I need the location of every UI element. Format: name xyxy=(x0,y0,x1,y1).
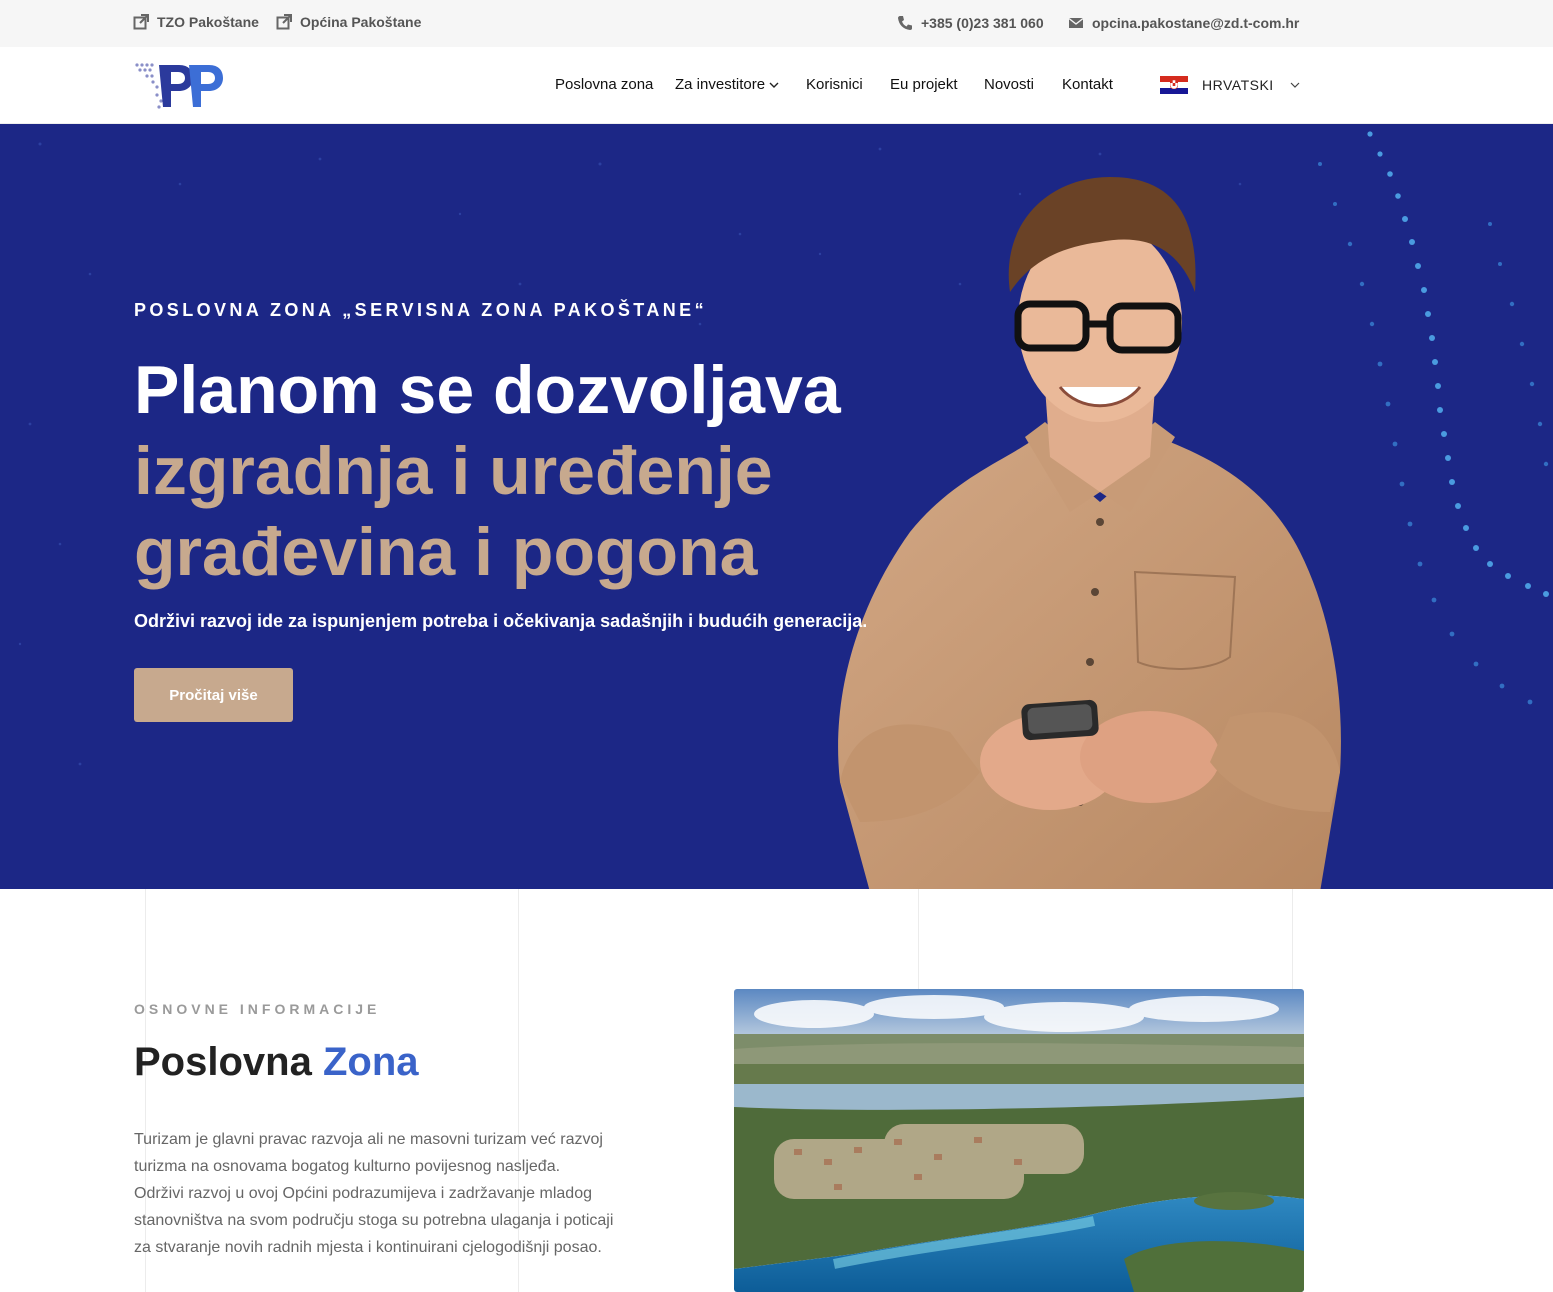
hero-title-line3: građevina i pogona xyxy=(134,514,758,590)
opcina-link-label: Općina Pakoštane xyxy=(300,14,422,30)
hero-title: Planom se dozvoljava izgradnja i uređenj… xyxy=(134,350,854,593)
nav-korisnici-label: Korisnici xyxy=(806,76,863,93)
info-title: Poslovna Zona xyxy=(134,1040,419,1085)
nav-za-investitore[interactable]: Za investitore xyxy=(675,76,779,93)
nav-korisnici[interactable]: Korisnici xyxy=(806,76,863,93)
nav-poslovna-zona[interactable]: Poslovna zona xyxy=(555,76,653,93)
hero-eyebrow: POSLOVNA ZONA „SERVISNA ZONA PAKOŠTANE“ xyxy=(134,300,707,320)
main-header: Poslovna zona Za investitore Korisnici E… xyxy=(0,47,1553,124)
info-title-part2: Zona xyxy=(322,1040,419,1084)
info-title-part1: Poslovna xyxy=(134,1040,312,1084)
email-address: opcina.pakostane@zd.t-com.hr xyxy=(1092,15,1300,31)
nav-eu-projekt-label: Eu projekt xyxy=(890,76,958,93)
chevron-down-icon xyxy=(1290,82,1300,88)
nav-kontakt-label: Kontakt xyxy=(1062,76,1113,93)
aerial-coast-photo xyxy=(734,989,1304,1292)
nav-novosti[interactable]: Novosti xyxy=(984,76,1034,93)
hero-title-line1: Planom se dozvoljava xyxy=(134,352,841,428)
nav-novosti-label: Novosti xyxy=(984,76,1035,93)
tzo-link-label: TZO Pakoštane xyxy=(157,14,259,30)
logo[interactable] xyxy=(133,61,225,111)
info-body: Turizam je glavni pravac razvoja ali ne … xyxy=(134,1131,614,1256)
envelope-icon xyxy=(1068,17,1084,28)
info-eyebrow: OSNOVNE INFORMACIJE xyxy=(134,1001,381,1017)
hero-section: POSLOVNA ZONA „SERVISNA ZONA PAKOŠTANE“ … xyxy=(0,124,1553,889)
top-bar: TZO Pakoštane Općina Pakoštane +385 (0)2… xyxy=(0,0,1553,47)
read-more-button[interactable]: Pročitaj više xyxy=(134,668,293,722)
nav-eu-projekt[interactable]: Eu projekt xyxy=(890,76,958,93)
hero-subtitle: Održivi razvoj ide za ispunjenjem potreb… xyxy=(134,611,868,631)
hero-person-image xyxy=(838,177,1341,889)
nav-kontakt[interactable]: Kontakt xyxy=(1062,76,1113,93)
chevron-down-icon xyxy=(769,82,779,88)
external-link-icon xyxy=(133,14,149,30)
opcina-link[interactable]: Općina Pakoštane xyxy=(276,14,421,30)
email-link[interactable]: opcina.pakostane@zd.t-com.hr xyxy=(1068,15,1299,31)
external-link-icon xyxy=(276,14,292,30)
hero-title-line2: izgradnja i uređenje xyxy=(134,433,773,509)
phone-icon xyxy=(898,16,912,30)
nav-poslovna-zona-label: Poslovna zona xyxy=(555,76,654,93)
phone-link[interactable]: +385 (0)23 381 060 xyxy=(897,15,1044,31)
aerial-coast-illustration xyxy=(734,989,1304,1292)
nav-za-investitore-label: Za investitore xyxy=(675,76,766,93)
language-label: HRVATSKI xyxy=(1202,77,1274,93)
language-selector[interactable]: HRVATSKI xyxy=(1160,76,1300,94)
croatia-flag-icon xyxy=(1160,76,1188,94)
phone-number: +385 (0)23 381 060 xyxy=(921,15,1044,31)
tzo-link[interactable]: TZO Pakoštane xyxy=(133,14,259,30)
